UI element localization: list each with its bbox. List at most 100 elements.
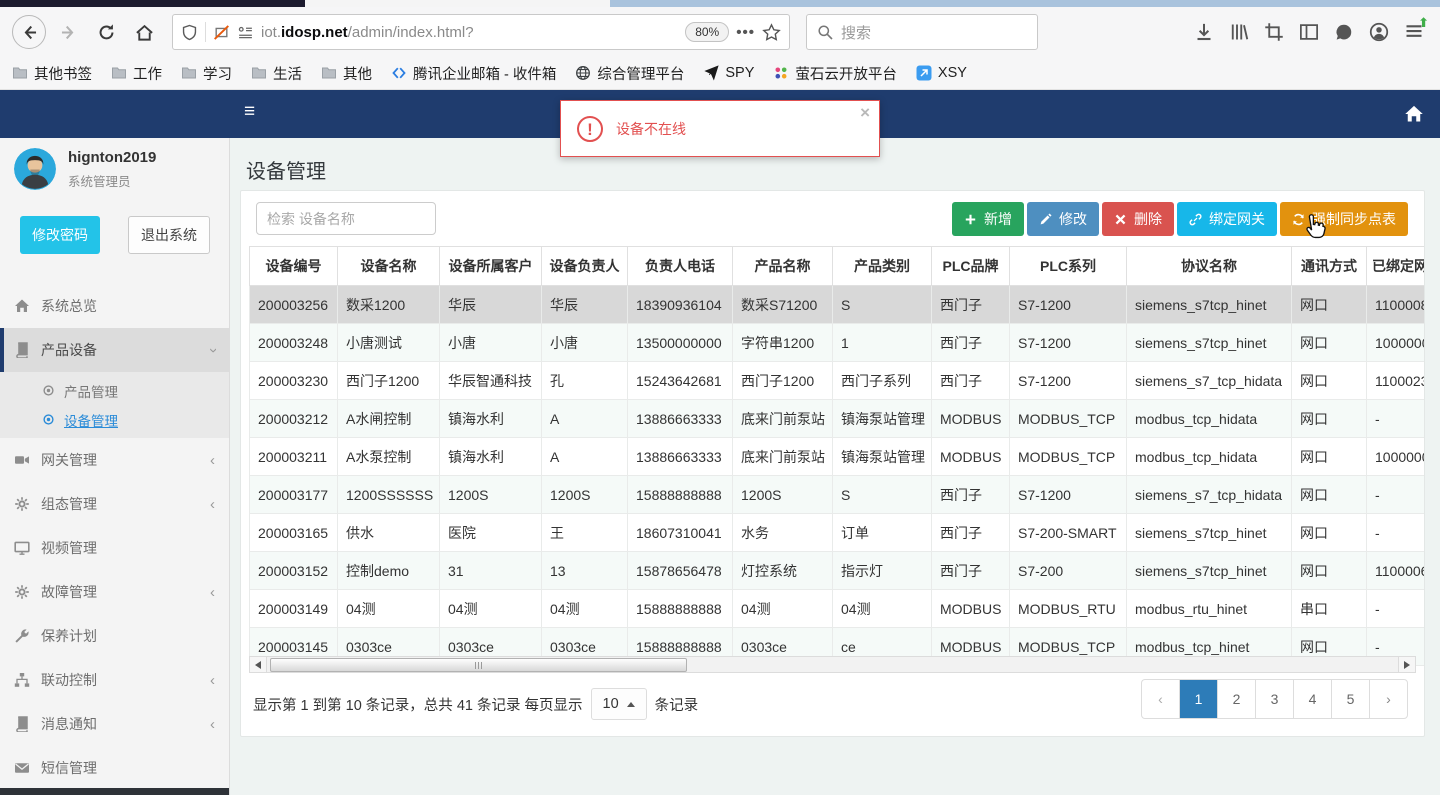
table-cell: 指示灯 (832, 551, 932, 590)
scrollbar-thumb[interactable] (270, 658, 687, 672)
bookmark-spy[interactable]: SPY (703, 65, 754, 81)
permissions-icon[interactable] (237, 24, 254, 41)
table-cell: 04测 (337, 589, 440, 628)
table-cell: 网口 (1291, 551, 1367, 590)
bind-gateway-button[interactable]: 绑定网关 (1177, 202, 1277, 236)
table-cell: MODBUS (931, 437, 1010, 476)
pagination-page-1[interactable]: 1 (1179, 680, 1217, 718)
content-blocked-icon[interactable] (213, 24, 230, 41)
table-row[interactable]: 200003248 小唐测试 小唐 小唐 13500000000 字符串1200 1 西门子 S… (249, 323, 1424, 362)
bookmark-tencent-mail[interactable]: 腾讯企业邮箱 - 收件箱 (391, 63, 556, 84)
sidebar-toggle-icon[interactable] (1299, 22, 1319, 42)
table-cell: 1100023 (1366, 361, 1424, 400)
column-header[interactable]: 通讯方式 (1291, 246, 1367, 286)
home-button[interactable] (128, 16, 160, 48)
column-header[interactable]: 产品类别 (832, 246, 932, 286)
avatar[interactable] (14, 148, 56, 190)
column-header[interactable]: 协议名称 (1126, 246, 1292, 286)
add-button[interactable]: 新增 (952, 202, 1024, 236)
bookmark-ys-open-platform[interactable]: 萤石云开放平台 (773, 63, 897, 84)
sidebar-item-fault-management[interactable]: 故障管理 ‹ (0, 570, 229, 614)
sidebar-subitem-product-management[interactable]: 产品管理 (0, 376, 229, 405)
bookmark-other-bookmarks[interactable]: 其他书签 (12, 63, 92, 84)
column-header[interactable]: PLC品牌 (931, 246, 1010, 286)
delete-button[interactable]: 删除 (1102, 202, 1174, 236)
bookmark-label: XSY (937, 65, 967, 81)
mouse-hand-cursor (1300, 212, 1327, 243)
app-menu-button[interactable]: ⬆ (1404, 15, 1429, 44)
pagination-page-5[interactable]: 5 (1331, 680, 1369, 718)
sidebar-item-sms-management[interactable]: 短信管理 (0, 746, 229, 790)
library-icon[interactable] (1229, 22, 1249, 42)
bookmark-star-icon[interactable] (762, 22, 781, 42)
column-header[interactable]: PLC系列 (1009, 246, 1127, 286)
column-header[interactable]: 设备编号 (249, 246, 338, 286)
sidebar-item-maintenance-plan[interactable]: 保养计划 (0, 614, 229, 658)
browser-active-tab[interactable] (0, 0, 305, 7)
bookmark-misc[interactable]: 其他 (321, 63, 372, 84)
column-header[interactable]: 已绑定网关 (1366, 246, 1424, 286)
sidebar-item-system-overview[interactable]: 系统总览 (0, 284, 229, 328)
table-row[interactable]: 200003212 A水闸控制 镇海水利 A 13886663333 底来门前泵站 镇海泵站… (249, 399, 1424, 438)
account-icon[interactable] (1369, 22, 1389, 42)
sidebar-item-video-management[interactable]: 视频管理 (0, 526, 229, 570)
alert-message: 设备不在线 (616, 120, 686, 137)
navbar-home-icon[interactable] (1404, 104, 1424, 124)
table-row[interactable]: 200003165 供水 医院王 18607310041 水务 订单 西门子 S7-200-S… (249, 513, 1424, 552)
page-size-select[interactable]: 10 (590, 688, 647, 720)
bookmark-xsy[interactable]: XSY (916, 65, 967, 81)
reload-button[interactable] (90, 16, 122, 48)
logout-button[interactable]: 退出系统 (128, 216, 210, 254)
sidebar-item-product-device[interactable]: 产品设备 ‹ (0, 328, 229, 372)
sidebar-item-linkage-control[interactable]: 联动控制 ‹ (0, 658, 229, 702)
change-password-button[interactable]: 修改密码 (20, 216, 100, 254)
sidebar-subitem-device-management[interactable]: 设备管理 (0, 405, 229, 434)
screenshot-icon[interactable] (1264, 22, 1284, 42)
url-bar[interactable]: iot.idosp.net/admin/index.html? 80% ••• (172, 14, 790, 50)
table-cell: S7-200 (1009, 551, 1127, 590)
page-actions-icon[interactable]: ••• (736, 24, 755, 41)
browser-search-box[interactable]: 搜索 (806, 14, 1038, 50)
bookmark-admin-platform[interactable]: 综合管理平台 (575, 63, 684, 84)
sidebar-item-config-management[interactable]: 组态管理 ‹ (0, 482, 229, 526)
table-row[interactable]: 200003256 数采1200 华辰 华辰 18390936104 数采S71200 S 西… (249, 285, 1424, 324)
table-row[interactable]: 200003149 04测 04测 04测 15888888888 04测 04测 MODBU… (249, 589, 1424, 628)
pagination-next[interactable]: › (1369, 680, 1407, 718)
link-icon (1189, 213, 1202, 226)
sidebar-item-label: 故障管理 (41, 584, 97, 600)
pocket-chat-icon[interactable] (1334, 22, 1354, 42)
downloads-icon[interactable] (1194, 22, 1214, 42)
bookmark-life[interactable]: 生活 (251, 63, 302, 84)
sidebar-item-label: 联动控制 (41, 672, 97, 688)
horizontal-scrollbar[interactable] (249, 656, 1416, 673)
pagination-page-4[interactable]: 4 (1293, 680, 1331, 718)
table-row[interactable]: 200003152 控制demo 31 13 15878656478 灯控系统 指示灯 西门子… (249, 551, 1424, 590)
alert-close-icon[interactable]: × (860, 103, 870, 123)
table-row[interactable]: 200003211 A水泵控制 镇海水利 A 13886663333 底来门前泵站 镇海泵站… (249, 437, 1424, 476)
forward-button[interactable] (52, 16, 84, 48)
device-search-input[interactable] (256, 202, 436, 235)
table-row[interactable]: 200003230 西门子1200 华辰智通科技孔 15243642681 西门子120… (249, 361, 1424, 400)
bookmark-work[interactable]: 工作 (111, 63, 162, 84)
sidebar-collapse-icon[interactable]: ≡ (244, 101, 255, 123)
column-header[interactable]: 设备名称 (337, 246, 440, 286)
table-cell: A水泵控制 (337, 437, 440, 476)
zoom-level-badge[interactable]: 80% (685, 22, 730, 42)
scroll-left-button[interactable] (250, 657, 267, 672)
pagination-page-2[interactable]: 2 (1217, 680, 1255, 718)
bookmark-study[interactable]: 学习 (181, 63, 232, 84)
pagination-prev[interactable]: ‹ (1142, 680, 1179, 718)
column-header[interactable]: 设备所属客户 (439, 246, 542, 286)
browser-tab[interactable] (305, 0, 610, 7)
column-header[interactable]: 设备负责人 (541, 246, 628, 286)
column-header[interactable]: 负责人电话 (627, 246, 733, 286)
pagination-page-3[interactable]: 3 (1255, 680, 1293, 718)
scroll-right-button[interactable] (1398, 657, 1415, 672)
sidebar-item-gateway-management[interactable]: 网关管理 ‹ (0, 438, 229, 482)
edit-button[interactable]: 修改 (1027, 202, 1099, 236)
table-row[interactable]: 200003177 1200SSSSSS 1200S 1200S 15888888888… (249, 475, 1424, 514)
sidebar-item-message-notify[interactable]: 消息通知 ‹ (0, 702, 229, 746)
column-header[interactable]: 产品名称 (732, 246, 833, 286)
table-cell: 04测 (832, 589, 932, 628)
back-button[interactable] (12, 15, 46, 49)
